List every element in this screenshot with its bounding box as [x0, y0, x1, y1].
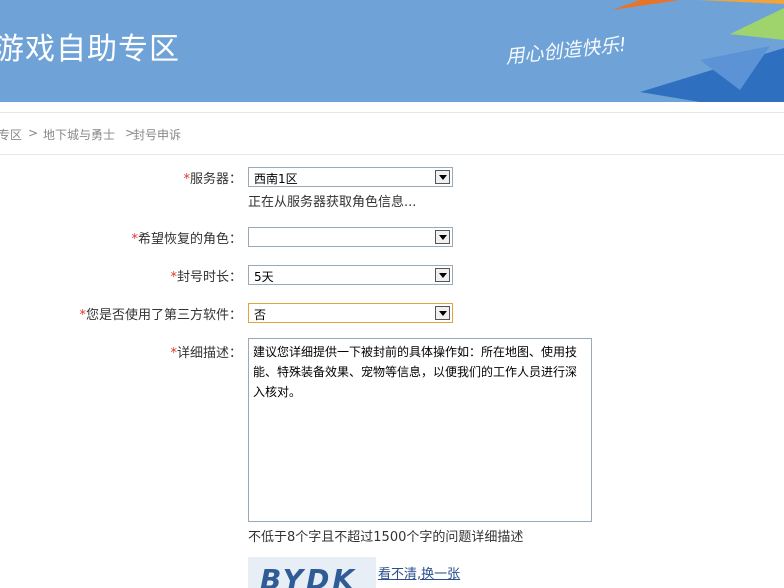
breadcrumb-current: 封号申诉 [133, 128, 182, 142]
dropdown-arrow-icon[interactable] [435, 268, 450, 282]
third-party-select-value: 否 [254, 308, 267, 322]
server-label: *服务器： [183, 172, 242, 187]
breadcrumb: 专区 > 地下城与勇士 > 封号申诉 [0, 112, 784, 155]
ban-duration-select[interactable]: 5天 [248, 265, 453, 285]
breadcrumb-zone-link[interactable]: 专区 [0, 126, 22, 143]
breadcrumb-game-link[interactable]: 地下城与勇士 [43, 126, 115, 143]
dropdown-arrow-icon[interactable] [435, 306, 450, 320]
role-label: *希望恢复的角色： [131, 232, 242, 247]
ban-duration-label: *封号时长： [170, 270, 242, 285]
breadcrumb-separator: > [28, 126, 39, 140]
server-loading-note: 正在从服务器获取角色信息... [248, 195, 417, 210]
role-select[interactable] [248, 227, 453, 247]
description-textarea[interactable]: 建议您详细提供一下被封前的具体操作如：所在地图、使用技能、特殊装备效果、宠物等信… [248, 338, 592, 522]
server-select-value: 西南1区 [254, 172, 298, 186]
third-party-label: *您是否使用了第三方软件： [79, 308, 242, 323]
header-banner: 游戏自助专区 用心创造快乐! [0, 0, 784, 102]
dropdown-arrow-icon[interactable] [435, 170, 450, 184]
captcha-text: BYDK [260, 563, 358, 588]
captcha-refresh-link[interactable]: 看不清,换一张 [378, 563, 460, 582]
captcha-image: BYDK [248, 557, 376, 588]
description-hint: 不低于8个字且不超过1500个字的问题详细描述 [248, 530, 524, 545]
description-label: *详细描述： [170, 346, 242, 361]
ban-duration-select-value: 5天 [254, 270, 274, 284]
server-select[interactable]: 西南1区 [248, 167, 453, 187]
page-title: 游戏自助专区 [0, 32, 180, 67]
third-party-select[interactable]: 否 [248, 303, 453, 323]
dropdown-arrow-icon[interactable] [435, 230, 450, 244]
